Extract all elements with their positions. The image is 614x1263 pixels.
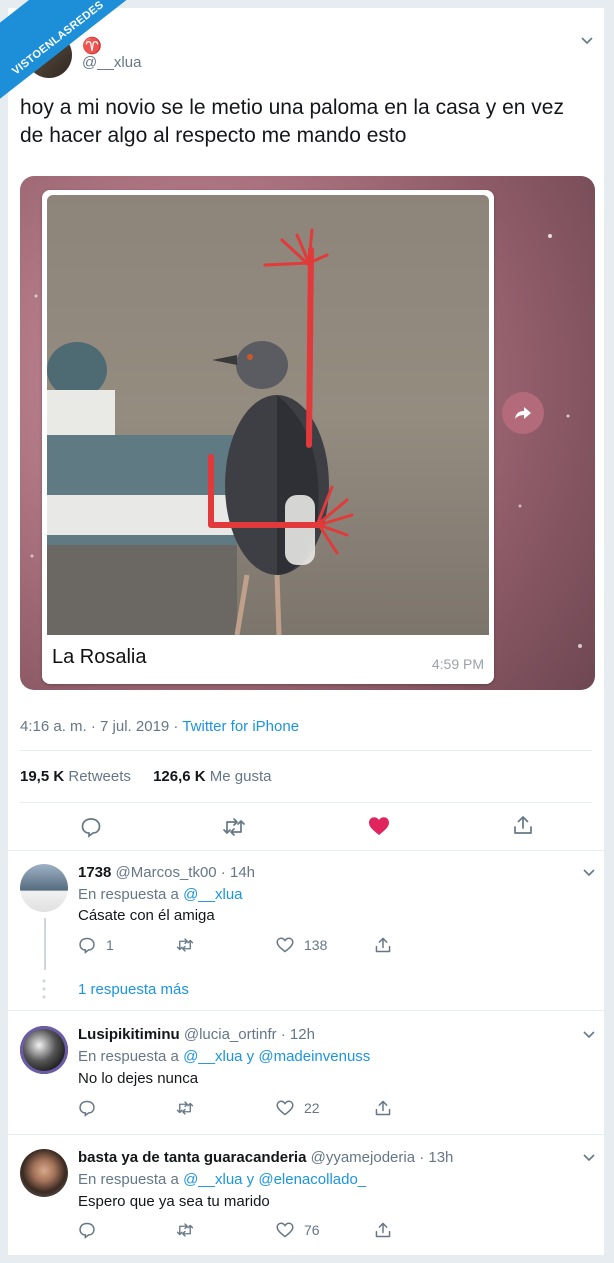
reply-3-avatar[interactable] xyxy=(20,1149,68,1197)
reply-icon[interactable] xyxy=(80,816,102,838)
reply-1-retweet-action[interactable] xyxy=(176,936,204,954)
reply-icon xyxy=(79,937,95,954)
reply-icon xyxy=(79,1100,95,1117)
reply-1-comment-action[interactable]: 1 xyxy=(78,936,114,954)
more-dots-icon xyxy=(42,979,46,999)
tweet-timestamp[interactable]: 4:16 a. m. · 7 jul. 2019 · xyxy=(20,718,182,735)
reply-2-comment-action[interactable] xyxy=(78,1099,106,1117)
reply-1-like-action[interactable]: 138 xyxy=(276,936,327,954)
reply-1-name[interactable]: 1738 xyxy=(78,864,111,881)
reply-2-name[interactable]: Lusipikitiminu xyxy=(78,1026,180,1043)
tweet-text-line-1: hoy a mi novio se le metio una paloma en… xyxy=(20,96,564,119)
reply-icon xyxy=(79,1222,95,1239)
tweet-source[interactable]: Twitter for iPhone xyxy=(182,718,299,735)
heart-icon xyxy=(276,1222,294,1238)
author-handle[interactable]: @__xlua xyxy=(82,54,141,71)
reply-2-avatar[interactable] xyxy=(20,1026,68,1074)
share-icon[interactable] xyxy=(374,1099,392,1117)
like-heart-icon[interactable] xyxy=(368,816,390,836)
reply-3-like-count: 76 xyxy=(304,1222,320,1238)
divider xyxy=(20,802,592,803)
like-label: Me gusta xyxy=(209,768,272,785)
tweet-card: ♈ @__xlua hoy a mi novio se le metio una… xyxy=(8,8,604,1255)
reply-3-comment-action[interactable] xyxy=(78,1221,106,1239)
reply-1-context-prefix: En respuesta a xyxy=(78,886,184,903)
divider xyxy=(8,850,604,851)
reply-3-like-action[interactable]: 76 xyxy=(276,1221,320,1239)
tweet-text-line-2: de hacer algo al respecto me mando esto xyxy=(20,124,407,147)
tweet-meta: 4:16 a. m. · 7 jul. 2019 · Twitter for i… xyxy=(20,718,299,735)
divider xyxy=(20,750,592,751)
reply-1-avatar[interactable] xyxy=(20,864,68,912)
reply-3-context-prefix: En respuesta a xyxy=(78,1171,184,1188)
photo-caption: La Rosalia xyxy=(52,646,147,668)
chevron-down-icon[interactable] xyxy=(582,866,596,880)
tweet-text: hoy a mi novio se le metio una paloma en… xyxy=(20,94,564,150)
reply-3-text: Espero que ya sea tu marido xyxy=(78,1193,270,1210)
forward-button[interactable] xyxy=(502,392,544,434)
reply-1-mention[interactable]: @__xlua xyxy=(183,886,242,903)
tweet-media[interactable]: La Rosalia 4:59 PM xyxy=(20,176,595,690)
like-count: 126,6 K xyxy=(153,768,206,785)
chevron-down-icon[interactable] xyxy=(582,1151,596,1165)
reply-1-header: 1738 @Marcos_tk00 · 14h xyxy=(78,864,255,881)
reply-1-text: Cásate con él amiga xyxy=(78,907,215,924)
heart-icon xyxy=(276,937,294,953)
retweet-icon xyxy=(176,1223,194,1237)
reply-3-handle[interactable]: @yyamejoderia · 13h xyxy=(311,1149,454,1166)
reply-1-handle[interactable]: @Marcos_tk00 · 14h xyxy=(116,864,255,881)
thread-line xyxy=(44,918,46,970)
retweet-count-link[interactable]: 19,5 K Retweets xyxy=(20,768,131,785)
pigeon-photo[interactable] xyxy=(47,195,489,635)
like-count-link[interactable]: 126,6 K Me gusta xyxy=(153,768,271,785)
share-icon[interactable] xyxy=(512,814,534,836)
reply-3-mention[interactable]: @__xlua y @elenacollado_ xyxy=(183,1171,366,1188)
reply-1-like-count: 138 xyxy=(304,937,328,953)
retweet-label: Retweets xyxy=(68,768,131,785)
author-display-name[interactable]: ♈ xyxy=(82,36,102,56)
show-more-replies-link[interactable]: 1 respuesta más xyxy=(78,981,189,998)
reply-3-retweet-action[interactable] xyxy=(176,1221,204,1239)
chevron-down-icon[interactable] xyxy=(582,1028,596,1042)
retweet-icon[interactable] xyxy=(222,816,246,838)
share-icon[interactable] xyxy=(374,936,392,954)
reply-2-context: En respuesta a @__xlua y @madeinvenuss xyxy=(78,1048,370,1065)
reply-2-header: Lusipikitiminu @lucia_ortinfr · 12h xyxy=(78,1026,315,1043)
reply-2-like-count: 22 xyxy=(304,1100,320,1116)
reply-3-header: basta ya de tanta guaracanderia @yyamejo… xyxy=(78,1149,453,1166)
chevron-down-icon[interactable] xyxy=(580,34,594,48)
divider xyxy=(8,1134,604,1135)
retweet-icon xyxy=(176,938,194,952)
forward-icon xyxy=(515,407,531,419)
reply-3-context: En respuesta a @__xlua y @elenacollado_ xyxy=(78,1171,366,1188)
reply-1-comment-count: 1 xyxy=(106,937,114,953)
reply-2-like-action[interactable]: 22 xyxy=(276,1099,320,1117)
reply-3-name[interactable]: basta ya de tanta guaracanderia xyxy=(78,1149,306,1166)
pigeon-drawing xyxy=(47,228,354,635)
reply-2-retweet-action[interactable] xyxy=(176,1099,204,1117)
retweet-icon xyxy=(176,1101,194,1115)
reply-2-context-prefix: En respuesta a xyxy=(78,1048,184,1065)
reply-2-handle[interactable]: @lucia_ortinfr · 12h xyxy=(184,1026,315,1043)
reply-2-text: No lo dejes nunca xyxy=(78,1070,199,1087)
retweet-count: 19,5 K xyxy=(20,768,65,785)
chat-photo-bubble[interactable]: La Rosalia 4:59 PM xyxy=(42,190,494,684)
reply-2-mention[interactable]: @__xlua y @madeinvenuss xyxy=(183,1048,370,1065)
share-icon[interactable] xyxy=(374,1221,392,1239)
reply-1-context: En respuesta a @__xlua xyxy=(78,886,243,903)
photo-timestamp: 4:59 PM xyxy=(431,656,484,672)
heart-icon xyxy=(276,1100,294,1116)
tweet-stats: 19,5 K Retweets 126,6 K Me gusta xyxy=(20,768,272,785)
divider xyxy=(8,1010,604,1011)
